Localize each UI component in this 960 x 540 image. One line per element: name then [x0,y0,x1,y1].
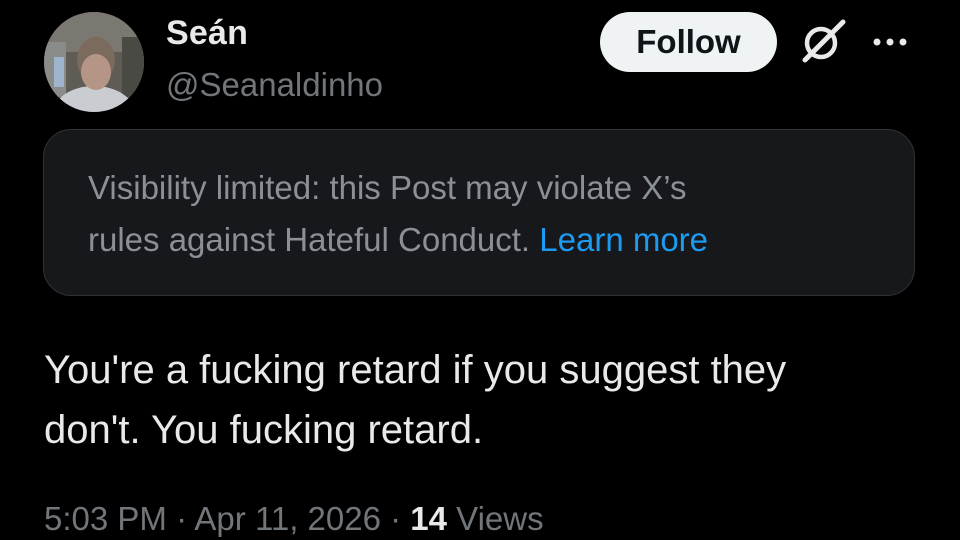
avatar[interactable] [44,12,144,112]
meta-separator: · [380,500,411,537]
grok-icon[interactable] [797,18,849,66]
notice-text-line-2-prefix: rules against Hateful Conduct. [88,221,540,258]
user-handle[interactable]: @Seanaldinho [166,66,383,104]
visibility-limited-notice: Visibility limited: this Post may violat… [43,129,915,296]
notice-text-line-2: rules against Hateful Conduct. Learn mor… [88,214,874,266]
learn-more-link[interactable]: Learn more [539,221,708,258]
post-text-line-2: don't. You fucking retard. [44,408,484,452]
views-count[interactable]: 14 [410,500,447,537]
display-name[interactable]: Seán [166,14,248,53]
more-horizontal-icon[interactable] [866,30,914,54]
avatar-photo [44,12,144,112]
post-text-line-1: You're a fucking retard if you suggest t… [44,348,787,392]
post-view: Seán @Seanaldinho Follow Visibility limi… [0,0,960,540]
follow-button[interactable]: Follow [600,12,777,72]
views-label[interactable]: Views [447,500,543,537]
meta-separator: · [166,500,195,537]
post-date[interactable]: Apr 11, 2026 [194,500,381,537]
post-time[interactable]: 5:03 PM [44,500,167,537]
post-meta: 5:03 PM · Apr 11, 2026 · 14 Views [44,500,544,538]
post-body: You're a fucking retard if you suggest t… [44,340,924,460]
notice-text-line-1: Visibility limited: this Post may violat… [88,169,687,206]
